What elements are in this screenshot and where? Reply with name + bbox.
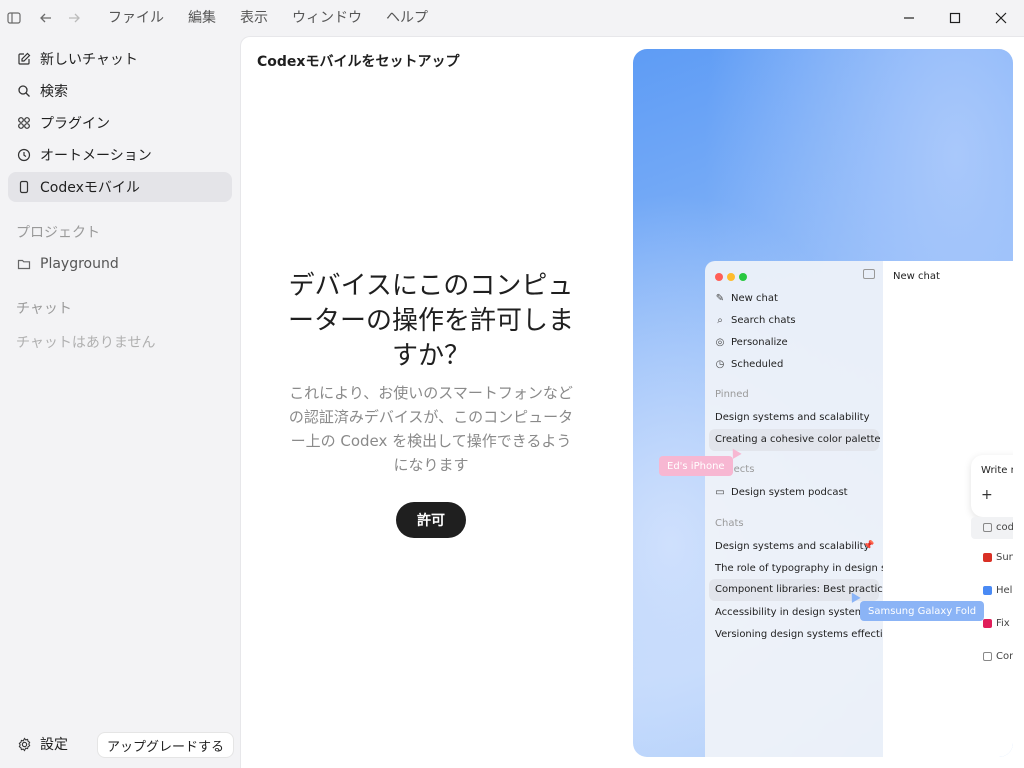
plus-icon: +: [981, 487, 993, 503]
preview-composer: Write m +: [971, 455, 1013, 517]
search-icon: ⌕: [717, 315, 723, 326]
preview-nav-label: Personalize: [731, 337, 788, 348]
calendar-icon: [983, 586, 992, 595]
preview-nav-label: Scheduled: [731, 359, 784, 370]
preview-side-item: Fix: [983, 618, 1010, 629]
zoom-dot: [739, 273, 747, 281]
maximize-icon: [949, 12, 961, 24]
sidebar-item-playground[interactable]: Playground: [8, 249, 232, 279]
compose-icon: ✎: [715, 293, 725, 304]
preview-project-item: ▭ Design system podcast: [715, 487, 848, 498]
compose-icon: [16, 51, 32, 67]
preview-chats-heading: Chats: [715, 518, 744, 529]
preview-side-label: Fix: [996, 618, 1010, 629]
sidebar-toggle-icon[interactable]: [0, 4, 28, 32]
main-panel: Codexモバイルをセットアップ デバイスにこのコンピューターの操作を許可します…: [240, 36, 1024, 768]
menu-window[interactable]: ウィンドウ: [280, 0, 374, 36]
settings-button[interactable]: 設定: [8, 729, 68, 759]
gear-icon: [16, 736, 32, 752]
preview-pinned-item: Design systems and scalability: [715, 412, 870, 423]
preview-side-label: cod: [996, 522, 1013, 533]
gmail-icon: [983, 553, 992, 562]
sidebar-item-plugins[interactable]: プラグイン: [8, 108, 232, 138]
search-icon: [16, 83, 32, 99]
sidebar-item-search[interactable]: 検索: [8, 76, 232, 106]
preview-nav-new-chat: ✎ New chat: [715, 293, 778, 304]
sidebar-item-label: 検索: [40, 84, 68, 100]
menu-help[interactable]: ヘルプ: [374, 0, 440, 36]
preview-side-label: Help: [996, 585, 1013, 596]
folder-icon: [16, 256, 32, 272]
clock-icon: ◷: [715, 359, 725, 370]
pin-icon: 📌: [863, 541, 875, 551]
sidebar-item-label: 新しいチャット: [40, 52, 138, 68]
allow-button[interactable]: 許可: [396, 502, 466, 538]
preview-chat-item: Accessibility in design systems: [715, 607, 870, 618]
device-tag-iphone: Ed's iPhone: [659, 456, 733, 476]
sidebar-item-automation[interactable]: オートメーション: [8, 140, 232, 170]
slack-icon: [983, 619, 992, 628]
preview-chat-item: Design systems and scalability: [715, 541, 870, 552]
personalize-icon: ◎: [715, 337, 725, 348]
sidebar-item-new-chat[interactable]: 新しいチャット: [8, 44, 232, 74]
hero-title: デバイスにこのコンピューターの操作を許可しますか？: [287, 271, 574, 371]
window-controls: [886, 0, 1024, 36]
preview-nav-scheduled: ◷ Scheduled: [715, 359, 784, 370]
sidebar-item-label: オートメーション: [40, 148, 152, 164]
minimize-icon: [904, 17, 914, 19]
menu-bar: ファイル 編集 表示 ウィンドウ ヘルプ: [96, 0, 440, 36]
maximize-button[interactable]: [932, 0, 978, 36]
minimize-button[interactable]: [886, 0, 932, 36]
preview-side-label: Con: [996, 651, 1013, 662]
preview-sidebar-toggle-icon: [863, 269, 875, 279]
hero-description: これにより、お使いのスマートフォンなどの認証済みデバイスが、このコンピューター上…: [288, 384, 574, 474]
projects-heading: プロジェクト: [16, 225, 100, 241]
chats-heading: チャット: [16, 301, 72, 317]
preview-side-item: Con: [983, 651, 1013, 662]
mobile-preview-illustration: ✎ New chat ⌕ Search chats ◎ Personalize ◷ Sc…: [633, 49, 1013, 757]
grid-icon: [983, 652, 992, 661]
preview-pinned-heading: Pinned: [715, 389, 749, 400]
clock-icon: [16, 147, 32, 163]
plugin-grid-icon: [16, 115, 32, 131]
preview-nav-search: ⌕ Search chats: [715, 315, 796, 326]
preview-chat-item: The role of typography in design s...: [715, 563, 896, 574]
folder-icon: [983, 523, 992, 532]
close-button[interactable]: [978, 0, 1024, 36]
title-bar: ファイル 編集 表示 ウィンドウ ヘルプ: [0, 0, 1024, 36]
chats-empty-text: チャットはありません: [16, 335, 156, 351]
close-dot: [715, 273, 723, 281]
preview-composer-placeholder: Write m: [981, 465, 1013, 476]
minimize-dot: [727, 273, 735, 281]
menu-view[interactable]: 表示: [228, 0, 280, 36]
sidebar-item-codex-mobile[interactable]: Codexモバイル: [8, 172, 232, 202]
preview-chat-item: Versioning design systems effecti...: [715, 629, 893, 640]
preview-new-chat-title: New chat: [893, 271, 940, 282]
sidebar-item-label: Playground: [40, 256, 119, 272]
close-icon: [995, 12, 1007, 24]
preview-nav-label: New chat: [731, 293, 778, 304]
preview-nav-label: Search chats: [731, 315, 796, 326]
preview-side-label: Sun: [996, 552, 1013, 563]
menu-file[interactable]: ファイル: [96, 0, 176, 36]
traffic-lights: [715, 273, 751, 281]
sidebar-item-label: Codexモバイル: [40, 180, 140, 196]
sidebar-item-label: プラグイン: [40, 116, 110, 132]
preview-sidebar: ✎ New chat ⌕ Search chats ◎ Personalize ◷ Sc…: [705, 261, 896, 757]
phone-icon: [16, 179, 32, 195]
upgrade-button[interactable]: アップグレードする: [97, 732, 235, 758]
forward-arrow-icon[interactable]: [60, 4, 88, 32]
sidebar: 新しいチャット 検索 プラグイン オートメーション Codexモバイル プロジェ…: [0, 36, 240, 768]
preview-side-item: cod: [983, 522, 1013, 533]
menu-edit[interactable]: 編集: [176, 0, 228, 36]
device-tag-galaxy: Samsung Galaxy Fold: [860, 601, 985, 621]
preview-nav-personalize: ◎ Personalize: [715, 337, 788, 348]
back-arrow-icon[interactable]: [32, 4, 60, 32]
preview-side-item: Sun: [983, 552, 1013, 563]
page-title: Codexモバイルをセットアップ: [257, 54, 460, 70]
folder-icon: ▭: [715, 487, 725, 498]
settings-label: 設定: [40, 737, 68, 753]
preview-side-item: Help: [983, 585, 1013, 596]
preview-project-label: Design system podcast: [731, 487, 848, 498]
